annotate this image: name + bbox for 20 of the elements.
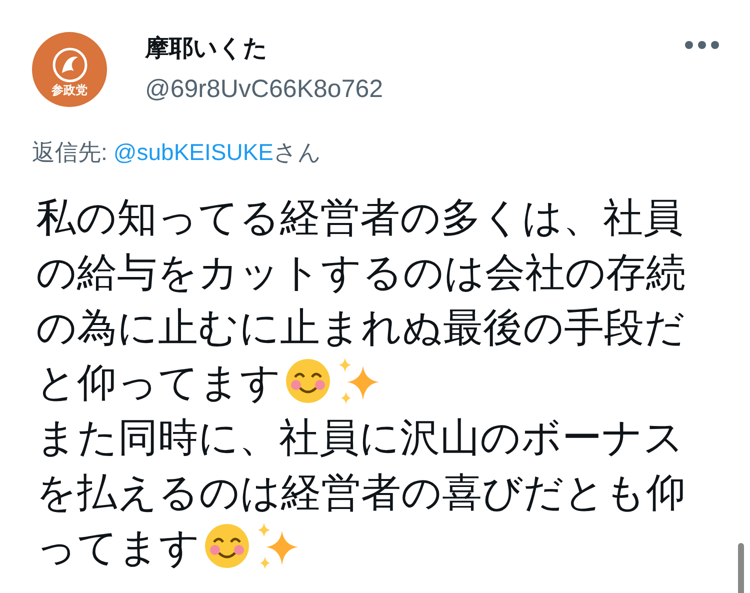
tweet-text: ってます — [36, 526, 200, 570]
sparkles-icon — [256, 521, 300, 571]
tweet-text: また同時に、社員に沢山のボーナス — [36, 416, 684, 460]
tweet-text: を払えるのは経営者の喜びだとも仰 — [36, 471, 686, 515]
reply-suffix: さん — [274, 138, 322, 167]
smiling-face-icon — [285, 358, 331, 404]
tweet-text: の為に止むに止まれぬ最後の手段だ — [36, 306, 685, 350]
mention-link[interactable]: @subKEISUKE — [113, 137, 274, 167]
avatar-text: 参政党 — [52, 84, 88, 96]
tweet-text: の給与をカットするのは会社の存続 — [36, 251, 686, 295]
tweet-text: と仰ってます — [36, 361, 281, 405]
author-handle: @69r8UvC66K8o762 — [145, 74, 384, 104]
scrollbar[interactable] — [738, 543, 744, 593]
avatar[interactable]: 参政党 — [32, 32, 107, 107]
smiling-face-icon — [204, 523, 250, 569]
sparkles-icon — [337, 356, 381, 406]
more-options-icon[interactable] — [684, 40, 720, 50]
author-name[interactable]: 摩耶いくた — [145, 34, 384, 64]
tweet-text: 私の知ってる経営者の多くは、社員 — [36, 196, 683, 240]
reply-label: 返信先: — [32, 138, 108, 167]
